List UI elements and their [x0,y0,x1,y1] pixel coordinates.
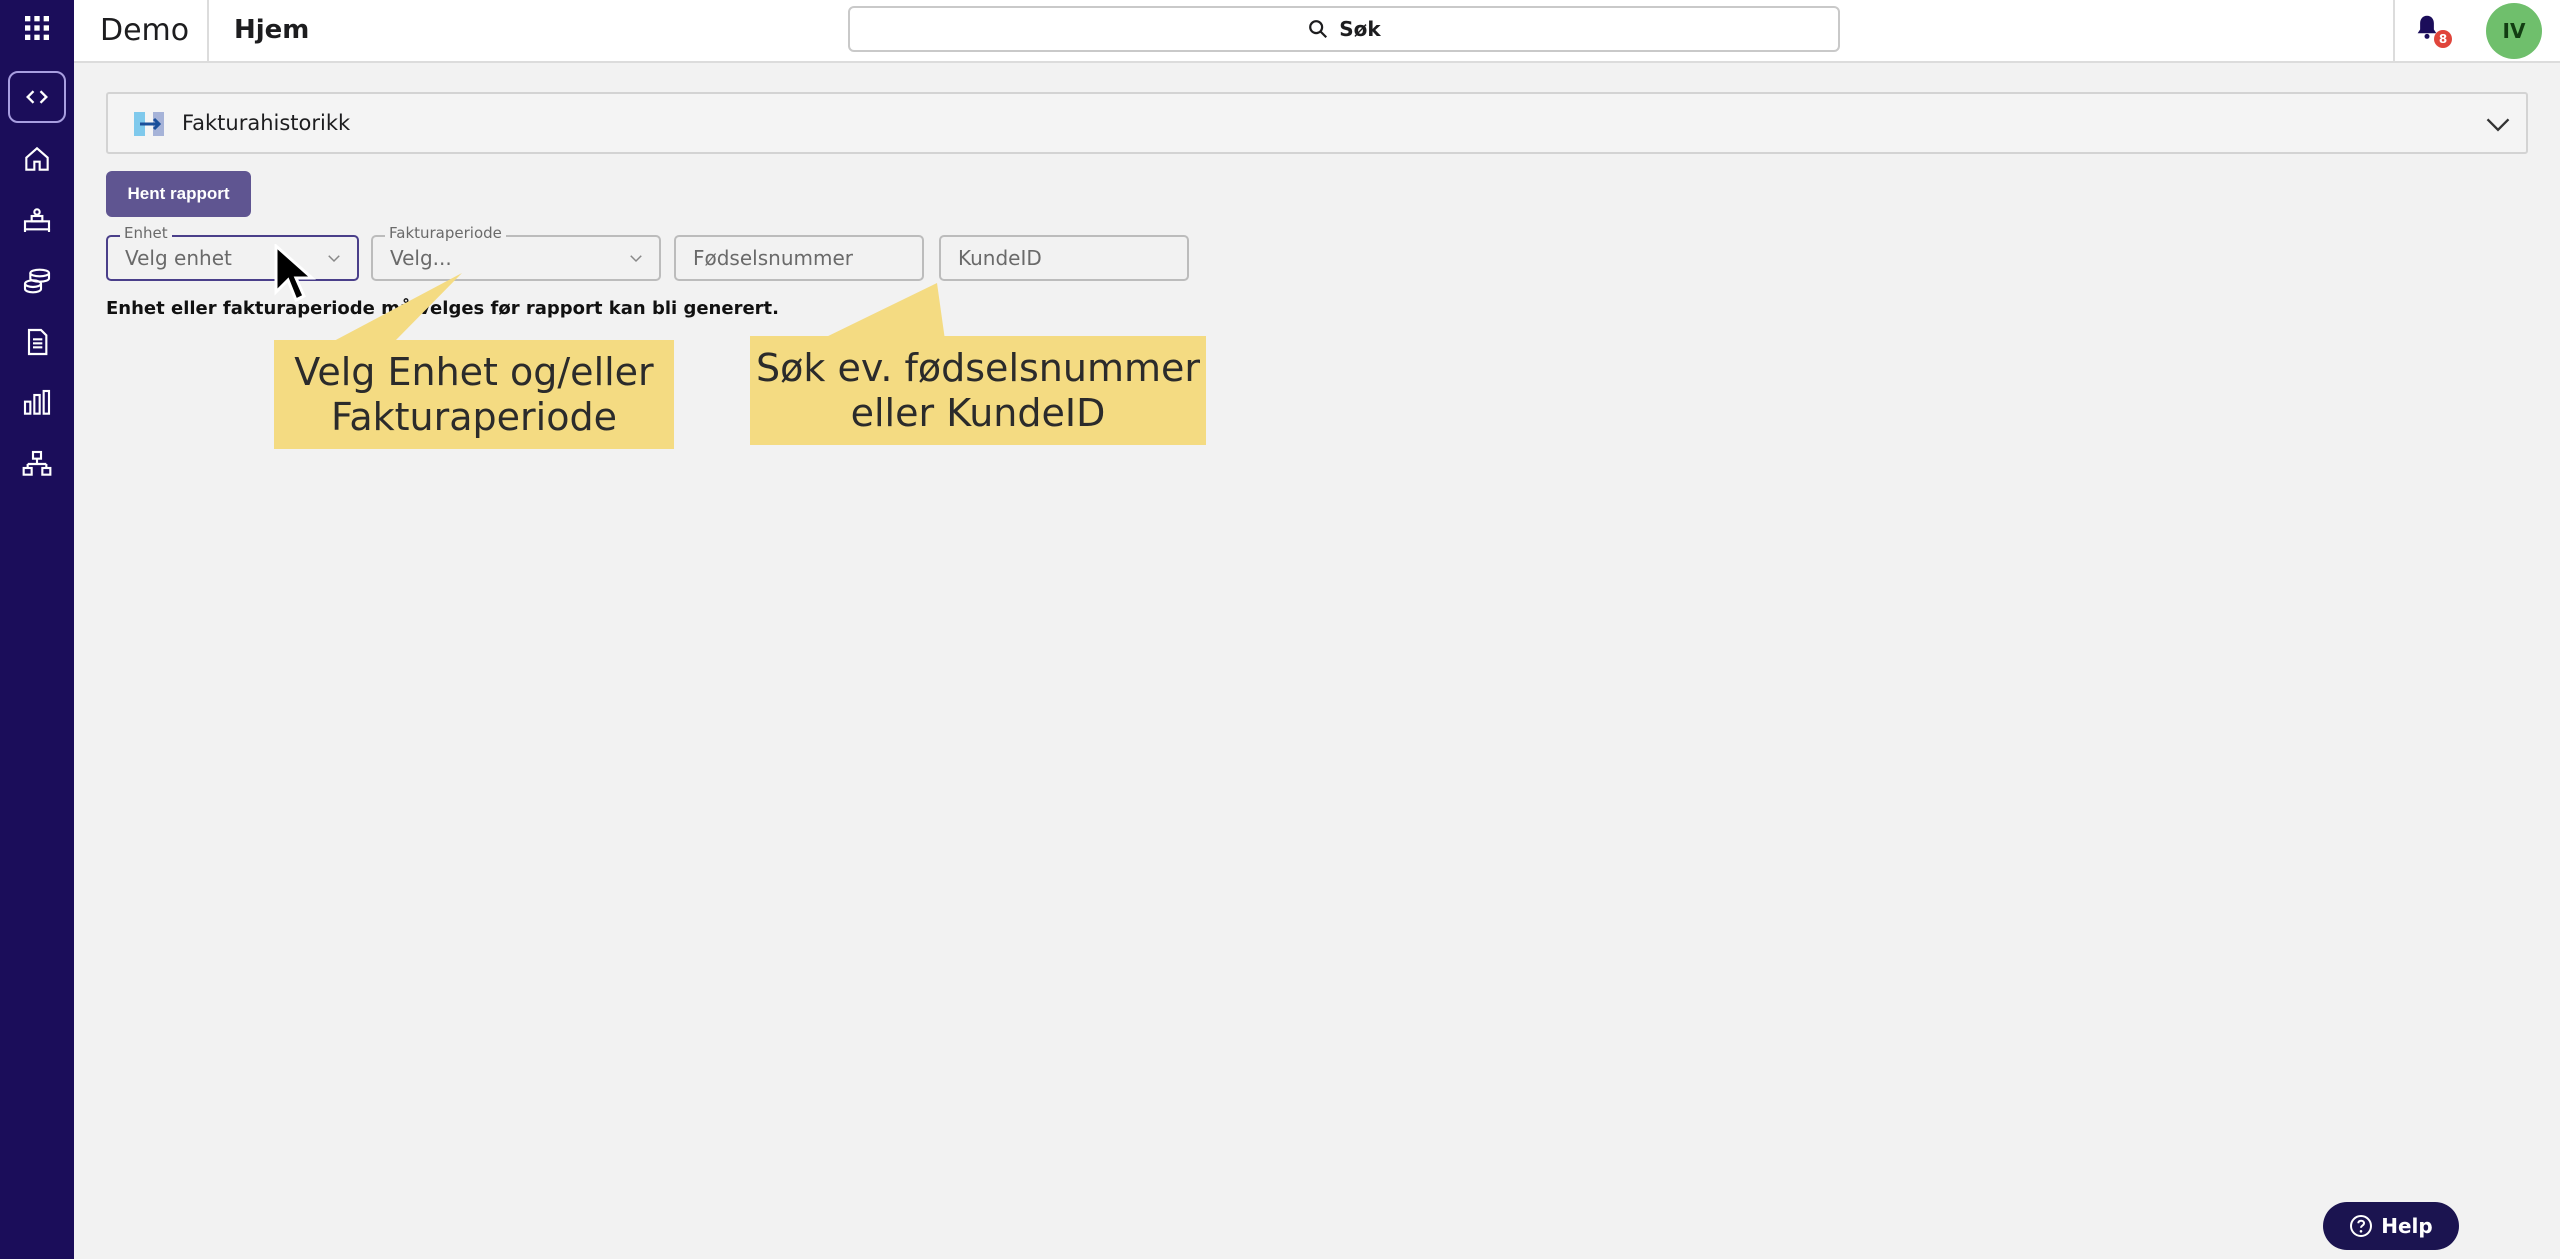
validation-message: Enhet eller fakturaperiode må velges før… [106,298,779,319]
unit-placeholder: Velg enhet [125,246,232,270]
chevron-down-icon[interactable] [2484,110,2512,138]
search-label: Søk [1339,17,1381,41]
divider [2393,0,2395,61]
period-select[interactable]: Fakturaperiode Velg... [371,224,661,281]
org-chart-icon [22,450,52,476]
callout-search-ssn: Søk ev. fødselsnummer eller KundeID [750,336,1206,445]
bar-chart-icon [23,389,51,415]
notifications-button[interactable]: 8 [2412,12,2452,48]
sidebar [0,0,74,1259]
home-icon [25,146,49,171]
sidebar-item-reports[interactable] [0,375,74,431]
bed-icon [23,208,51,232]
transfer-icon [134,112,164,136]
report-selector[interactable]: Fakturahistorikk [106,92,2528,154]
unit-select[interactable]: Enhet Velg enhet [106,224,359,281]
chevron-down-icon [630,255,642,263]
sidebar-item-beds[interactable] [0,192,74,248]
period-label: Fakturaperiode [385,224,506,242]
sidebar-item-finance[interactable] [0,253,74,309]
avatar[interactable]: IV [2486,3,2542,59]
report-title: Fakturahistorikk [182,111,351,135]
mouse-cursor-icon [274,244,316,303]
help-label: Help [2381,1214,2433,1238]
page-title: Hjem [234,15,310,45]
customer-id-placeholder: KundeID [958,246,1042,270]
sidebar-item-organization[interactable] [0,436,74,492]
period-placeholder: Velg... [390,246,452,270]
customer-id-input[interactable]: KundeID [939,235,1189,281]
search-icon [1309,20,1328,39]
sidebar-item-home[interactable] [0,131,74,187]
chevron-down-icon [328,255,340,263]
help-button[interactable]: Help [2323,1202,2459,1250]
callout-pointers [332,273,945,342]
global-search[interactable]: Søk [848,6,1840,52]
coins-icon [23,268,51,294]
ssn-input[interactable]: Fødselsnummer [674,235,924,281]
callout-select-unit: Velg Enhet og/eller Fakturaperiode [274,340,674,449]
notification-badge: 8 [2434,30,2452,48]
topbar: Demo Hjem Søk 8 IV [74,0,2560,63]
unit-label: Enhet [120,224,172,242]
fetch-report-button[interactable]: Hent rapport [106,171,251,217]
document-icon [27,328,48,356]
app-name[interactable]: Demo [100,0,189,60]
developer-button[interactable] [8,71,66,123]
ssn-placeholder: Fødselsnummer [693,246,853,270]
apps-grid-icon[interactable] [0,0,74,56]
code-icon [26,90,48,104]
help-icon [2350,1215,2373,1237]
sidebar-item-documents[interactable] [0,314,74,370]
divider [207,0,209,61]
